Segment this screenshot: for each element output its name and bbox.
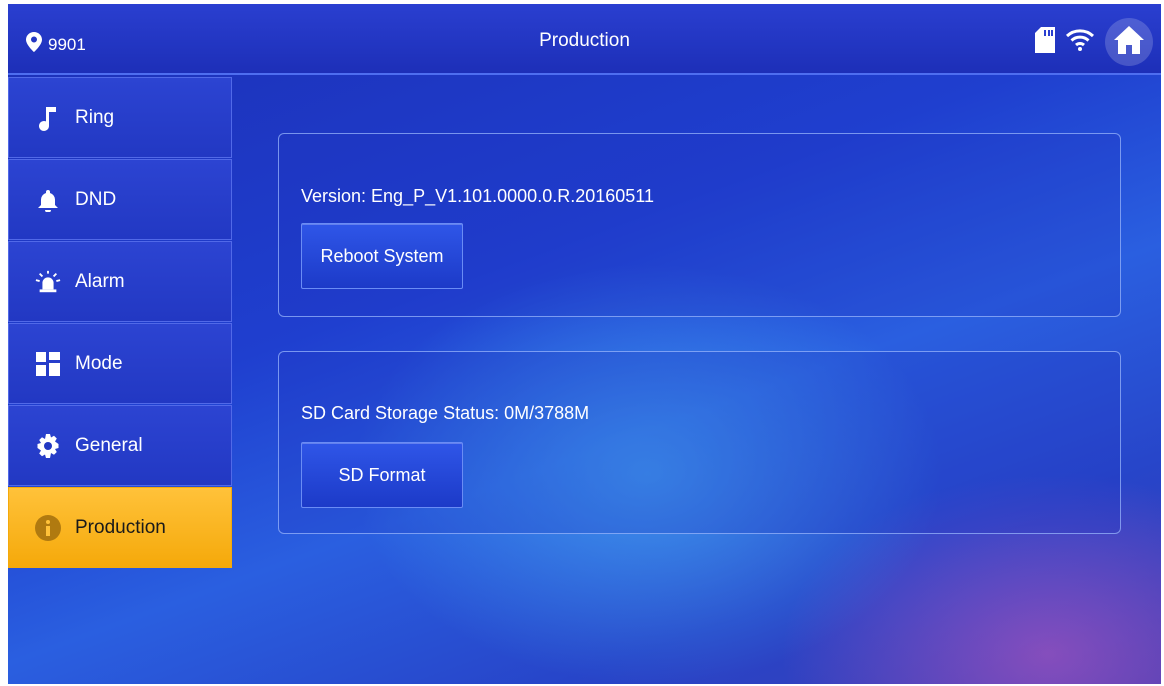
- info-icon: [35, 514, 61, 541]
- sd-status-text: SD Card Storage Status: 0M/3788M: [301, 403, 590, 423]
- sidebar-item-ring[interactable]: Ring: [8, 77, 232, 158]
- sidebar-item-production[interactable]: Production: [8, 487, 232, 568]
- music-note-icon: [35, 105, 61, 131]
- grid-icon: [35, 351, 61, 377]
- screen: 9901 Production Ring DND Alarm Mode Gene…: [8, 4, 1161, 684]
- sidebar-item-alarm[interactable]: Alarm: [8, 241, 232, 322]
- reboot-system-button[interactable]: Reboot System: [301, 223, 463, 289]
- sidebar-item-label: Ring: [75, 106, 115, 128]
- sidebar-item-dnd[interactable]: DND: [8, 159, 232, 240]
- sidebar-item-general[interactable]: General: [8, 405, 232, 486]
- sidebar-item-label: Alarm: [75, 270, 125, 292]
- gear-icon: [35, 433, 61, 459]
- sd-card-icon: [1035, 26, 1055, 58]
- sidebar-item-label: General: [75, 434, 143, 456]
- alarm-siren-icon: [35, 269, 61, 295]
- page-title: Production: [539, 30, 630, 51]
- sidebar-item-label: DND: [75, 188, 117, 210]
- home-button[interactable]: [1105, 18, 1153, 66]
- version-panel: Version: Eng_P_V1.101.0000.0.R.20160511 …: [278, 133, 1121, 317]
- sd-card-panel: SD Card Storage Status: 0M/3788M SD Form…: [278, 351, 1121, 534]
- sd-format-button[interactable]: SD Format: [301, 442, 463, 508]
- sidebar: Ring DND Alarm Mode General Production: [8, 77, 233, 569]
- status-icons: [1035, 18, 1153, 66]
- top-bar: 9901 Production: [8, 4, 1161, 75]
- sidebar-item-label: Production: [75, 516, 166, 538]
- bell-icon: [35, 187, 61, 213]
- sidebar-item-mode[interactable]: Mode: [8, 323, 232, 404]
- wifi-icon: [1065, 28, 1095, 57]
- home-icon: [1113, 25, 1145, 60]
- sidebar-item-label: Mode: [75, 352, 123, 374]
- version-text: Version: Eng_P_V1.101.0000.0.R.20160511: [301, 186, 654, 206]
